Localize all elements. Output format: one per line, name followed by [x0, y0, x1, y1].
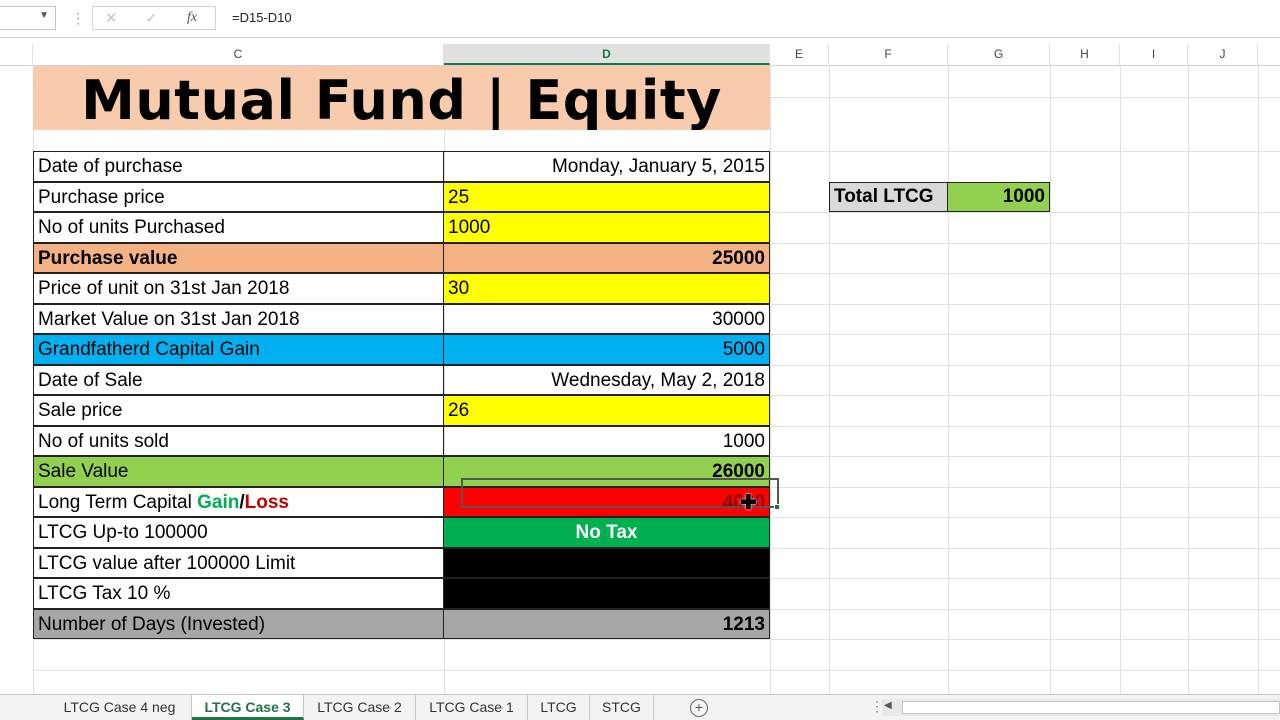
select-all-corner[interactable]	[0, 44, 33, 65]
gridline	[948, 66, 949, 694]
row-label[interactable]: LTCG Up-to 100000	[33, 517, 444, 548]
tab-ltcg-case-1[interactable]: LTCG Case 1	[416, 695, 528, 720]
drag-handle-icon[interactable]: ⋮	[71, 10, 85, 27]
gridline	[33, 639, 1280, 640]
table-row: LTCG value after 100000 Limit	[33, 547, 770, 578]
close-icon[interactable]: ✕	[105, 9, 118, 27]
column-header-h[interactable]: H	[1050, 44, 1120, 65]
row-value[interactable]: No Tax	[443, 517, 770, 548]
row-value[interactable]: Monday, January 5, 2015	[443, 151, 770, 182]
table-row: Purchase price 25	[33, 181, 770, 212]
row-label[interactable]: LTCG value after 100000 Limit	[33, 547, 444, 578]
gridline	[1050, 66, 1051, 694]
fill-handle[interactable]	[774, 504, 780, 510]
table-row: No of units Purchased 1000	[33, 212, 770, 243]
gridline	[1188, 66, 1189, 694]
column-header-c[interactable]: C	[33, 44, 444, 65]
row-value[interactable]: 1000	[443, 212, 770, 243]
row-label[interactable]: No of units Purchased	[33, 212, 444, 243]
row-label[interactable]: Price of unit on 31st Jan 2018	[33, 273, 444, 304]
table-row: Date of Sale Wednesday, May 2, 2018	[33, 364, 770, 395]
gridline	[1258, 66, 1259, 694]
row-value[interactable]: 25	[443, 181, 770, 212]
label-prefix: Long Term Capital	[38, 491, 198, 513]
table-row: Sale price 26	[33, 395, 770, 426]
chevron-down-icon[interactable]: ▼	[39, 10, 49, 21]
tab-ltcg-case-2[interactable]: LTCG Case 2	[304, 695, 416, 720]
row-value[interactable]: 1000	[443, 425, 770, 456]
row-value[interactable]: 30000	[443, 303, 770, 334]
table-row: Purchase value 25000	[33, 242, 770, 273]
loss-word: Loss	[244, 491, 289, 513]
gridline	[770, 66, 771, 694]
table-row: Grandfatherd Capital Gain 5000	[33, 334, 770, 365]
column-header-j[interactable]: J	[1188, 44, 1258, 65]
row-value[interactable]: 5000	[443, 334, 770, 365]
total-ltcg-label[interactable]: Total LTCG	[829, 182, 948, 212]
table-row: Price of unit on 31st Jan 2018 30	[33, 273, 770, 304]
row-label[interactable]: Sale Value	[33, 456, 444, 487]
table-row: Market Value on 31st Jan 2018 30000	[33, 303, 770, 334]
scrollbar-thumb[interactable]	[902, 701, 1280, 714]
move-cursor-icon: ✚	[740, 492, 757, 514]
total-ltcg-value[interactable]: 1000	[947, 182, 1050, 212]
column-header-i[interactable]: I	[1120, 44, 1188, 65]
gridline	[829, 66, 830, 694]
row-label[interactable]: Grandfatherd Capital Gain	[33, 334, 444, 365]
formula-bar: ▼ ⋮ ✕ ✓ fx =D15-D10	[0, 0, 1280, 38]
row-label[interactable]: Market Value on 31st Jan 2018	[33, 303, 444, 334]
row-value[interactable]	[443, 547, 770, 578]
row-label[interactable]: No of units sold	[33, 425, 444, 456]
gain-word: Gain	[197, 491, 240, 513]
table-row: LTCG Tax 10 %	[33, 578, 770, 609]
row-value[interactable]: 30	[443, 273, 770, 304]
formula-buttons: ✕ ✓ fx	[92, 6, 216, 30]
table-row: Date of purchase Monday, January 5, 2015	[33, 151, 770, 182]
add-sheet-icon[interactable]: +	[690, 699, 708, 717]
row-label[interactable]: Date of Sale	[33, 364, 444, 395]
title-cell[interactable]: Mutual Fund | Equity	[33, 66, 770, 130]
row-label[interactable]: Purchase price	[33, 181, 444, 212]
row-value[interactable]: 26	[443, 395, 770, 426]
column-header-d[interactable]: D	[444, 44, 770, 65]
table-row: No of units sold 1000	[33, 425, 770, 456]
column-header-g[interactable]: G	[948, 44, 1050, 65]
table-row: Number of Days (Invested) 1213	[33, 608, 770, 639]
cell-selection[interactable]	[461, 478, 779, 508]
gridline	[33, 670, 1280, 671]
tab-ltcg[interactable]: LTCG	[528, 695, 590, 720]
formula-input[interactable]: =D15-D10	[232, 10, 292, 25]
row-value[interactable]: Wednesday, May 2, 2018	[443, 364, 770, 395]
table-row: LTCG Up-to 100000 No Tax	[33, 517, 770, 548]
column-headers: C D E F G H I J	[0, 44, 1280, 66]
tab-stcg[interactable]: STCG	[590, 695, 654, 720]
column-header-e[interactable]: E	[770, 44, 829, 65]
row-label[interactable]: Number of Days (Invested)	[33, 608, 444, 639]
tab-ltcg-case-4-neg[interactable]: LTCG Case 4 neg	[48, 695, 192, 720]
tab-ltcg-case-3[interactable]: LTCG Case 3	[192, 695, 304, 720]
row-label[interactable]: LTCG Tax 10 %	[33, 578, 444, 609]
row-label[interactable]: Sale price	[33, 395, 444, 426]
row-value[interactable]: 25000	[443, 242, 770, 273]
gridline	[1120, 66, 1121, 694]
row-value[interactable]: 1213	[443, 608, 770, 639]
row-value[interactable]	[443, 578, 770, 609]
check-icon[interactable]: ✓	[145, 9, 158, 27]
sheet-tabs-bar: LTCG Case 4 neg LTCG Case 3 LTCG Case 2 …	[0, 694, 1280, 720]
row-label[interactable]: Date of purchase	[33, 151, 444, 182]
page-title: Mutual Fund | Equity	[81, 69, 722, 130]
function-icon[interactable]: fx	[187, 10, 197, 26]
name-box[interactable]: ▼	[0, 6, 56, 30]
row-label[interactable]: Long Term Capital Gain/Loss	[33, 486, 444, 517]
scroll-left-icon[interactable]: ◀	[884, 700, 892, 711]
column-header-f[interactable]: F	[829, 44, 948, 65]
row-label[interactable]: Purchase value	[33, 242, 444, 273]
